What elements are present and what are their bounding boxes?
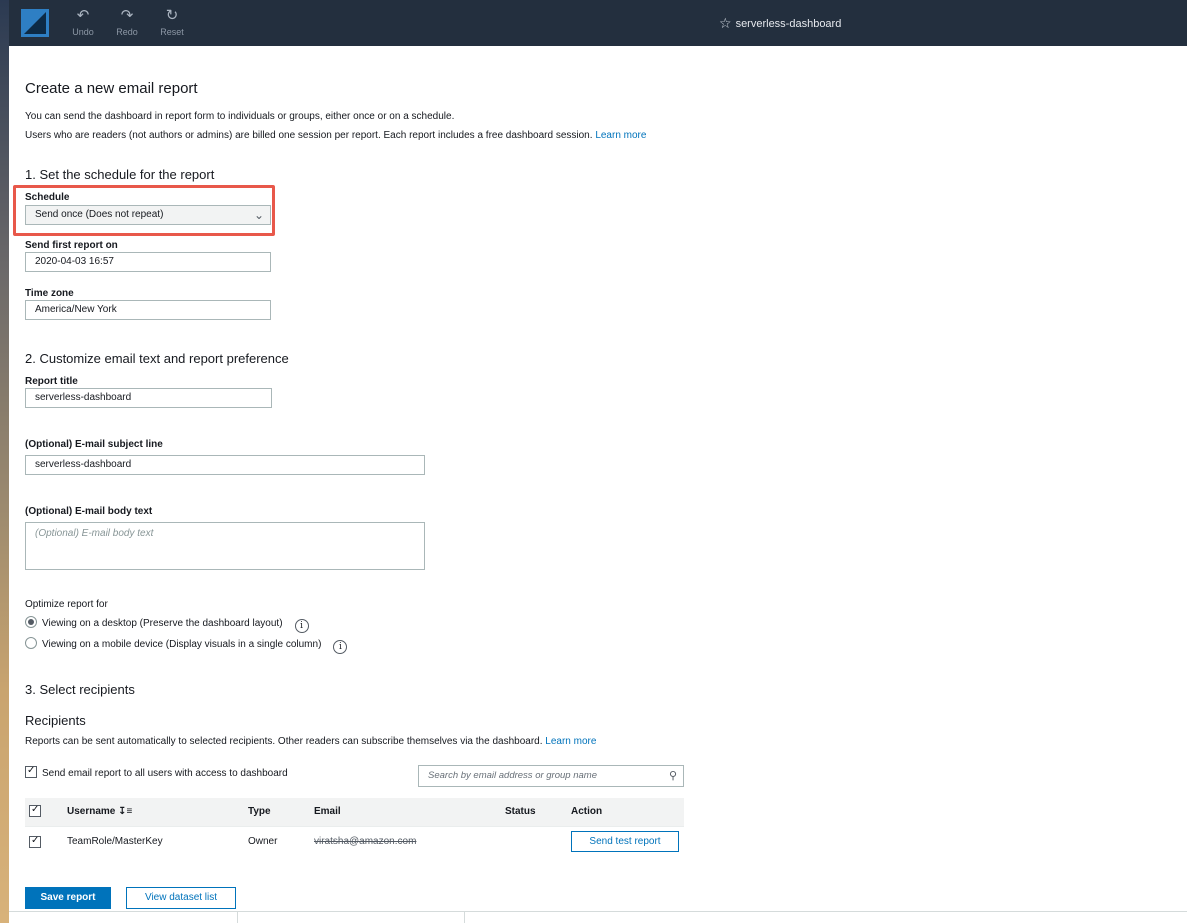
option-mobile-row: Viewing on a mobile device (Display visu… (25, 637, 348, 654)
schedule-label: Schedule (25, 192, 70, 203)
info-icon[interactable]: i (294, 619, 309, 633)
report-title-label: Report title (25, 376, 78, 387)
option-mobile-label: Viewing on a mobile device (Display visu… (42, 639, 322, 650)
recipient-search-input[interactable]: Search by email address or group name ⚲ (418, 765, 684, 787)
send-all-checkbox[interactable] (25, 765, 37, 778)
dashboard-title: ☆ serverless-dashboard (719, 15, 841, 32)
search-placeholder: Search by email address or group name (428, 770, 597, 781)
row-username: TeamRole/MasterKey (67, 836, 163, 847)
subject-label: (Optional) E-mail subject line (25, 439, 163, 450)
recipients-table-header: Username ↧≡ Type Email Status Action (25, 798, 684, 826)
row-checkbox[interactable] (29, 835, 46, 849)
email-report-panel: Create a new email report You can send t… (9, 46, 1187, 923)
send-test-report-button[interactable]: Send test report (571, 831, 679, 852)
intro-text-2-body: Users who are readers (not authors or ad… (25, 130, 593, 141)
undo-button[interactable]: ↶ Undo (63, 7, 103, 38)
select-all-checkbox-box (29, 804, 41, 817)
column-username-label: Username (67, 806, 116, 817)
schedule-section-heading: 1. Set the schedule for the report (25, 167, 215, 182)
select-all-checkbox[interactable] (29, 804, 46, 818)
recipients-subheading: Recipients (25, 713, 86, 728)
row-email: viratsha@amazon.com (314, 836, 417, 847)
optimize-label: Optimize report for (25, 599, 108, 610)
send-all-label: Send email report to all users with acce… (42, 768, 288, 779)
undo-icon: ↶ (76, 7, 90, 24)
intro-text-1: You can send the dashboard in report for… (25, 111, 455, 122)
column-email: Email (314, 806, 341, 817)
timezone-input[interactable]: America/New York (25, 300, 271, 320)
table-divider (25, 826, 684, 827)
schedule-select[interactable]: Send once (Does not repeat) ⌄ (25, 205, 271, 225)
recipients-description-body: Reports can be sent automatically to sel… (25, 736, 543, 747)
dashboard-name: serverless-dashboard (735, 18, 842, 30)
desktop-radio[interactable] (25, 616, 37, 628)
favorite-star-icon[interactable]: ☆ (719, 15, 732, 31)
mobile-radio[interactable] (25, 637, 37, 649)
report-title-input[interactable]: serverless-dashboard (25, 388, 272, 408)
save-report-button[interactable]: Save report (25, 887, 111, 909)
info-icon[interactable]: i (333, 640, 348, 654)
bottom-divider (9, 911, 1187, 912)
column-type: Type (248, 806, 271, 817)
first-report-datetime-input[interactable]: 2020-04-03 16:57 (25, 252, 271, 272)
view-dataset-list-button[interactable]: View dataset list (126, 887, 236, 909)
timezone-label: Time zone (25, 288, 74, 299)
send-all-row: Send email report to all users with acce… (25, 765, 288, 779)
quicksight-logo-icon (21, 9, 49, 37)
customize-section-heading: 2. Customize email text and report prefe… (25, 351, 289, 366)
column-username[interactable]: Username ↧≡ (67, 806, 132, 817)
recipients-description: Reports can be sent automatically to sel… (25, 736, 596, 747)
undo-label: Undo (72, 27, 94, 37)
body-textarea[interactable]: (Optional) E-mail body text (25, 522, 425, 570)
recipients-section-heading: 3. Select recipients (25, 682, 135, 697)
column-action: Action (571, 806, 603, 817)
desktop-background (0, 0, 9, 923)
body-label: (Optional) E-mail body text (25, 506, 153, 517)
option-desktop-row: Viewing on a desktop (Preserve the dashb… (25, 616, 309, 633)
redo-icon: ↷ (120, 7, 134, 24)
reset-icon: ↻ (165, 7, 179, 24)
row-checkbox-box (29, 835, 41, 848)
subject-input[interactable]: serverless-dashboard (25, 455, 425, 475)
chevron-down-icon: ⌄ (253, 208, 264, 222)
bottom-tick (464, 912, 465, 923)
top-toolbar: ↶ Undo ↷ Redo ↻ Reset ☆ serverless-dashbo… (9, 0, 1187, 46)
column-status: Status (505, 806, 536, 817)
row-type: Owner (248, 836, 278, 847)
schedule-selected-value: Send once (Does not repeat) (35, 209, 164, 220)
recipients-learn-more-link[interactable]: Learn more (545, 736, 596, 747)
intro-text-2: Users who are readers (not authors or ad… (25, 130, 646, 141)
redo-button[interactable]: ↷ Redo (107, 7, 147, 38)
first-report-label: Send first report on (25, 240, 118, 251)
redo-label: Redo (116, 27, 138, 37)
page-title: Create a new email report (25, 80, 198, 97)
reset-button[interactable]: ↻ Reset (152, 7, 192, 38)
sort-icon: ↧≡ (118, 806, 133, 817)
reset-label: Reset (160, 27, 184, 37)
bottom-tick (237, 912, 238, 923)
search-icon: ⚲ (668, 770, 677, 782)
learn-more-link[interactable]: Learn more (595, 130, 646, 141)
option-desktop-label: Viewing on a desktop (Preserve the dashb… (42, 618, 283, 629)
